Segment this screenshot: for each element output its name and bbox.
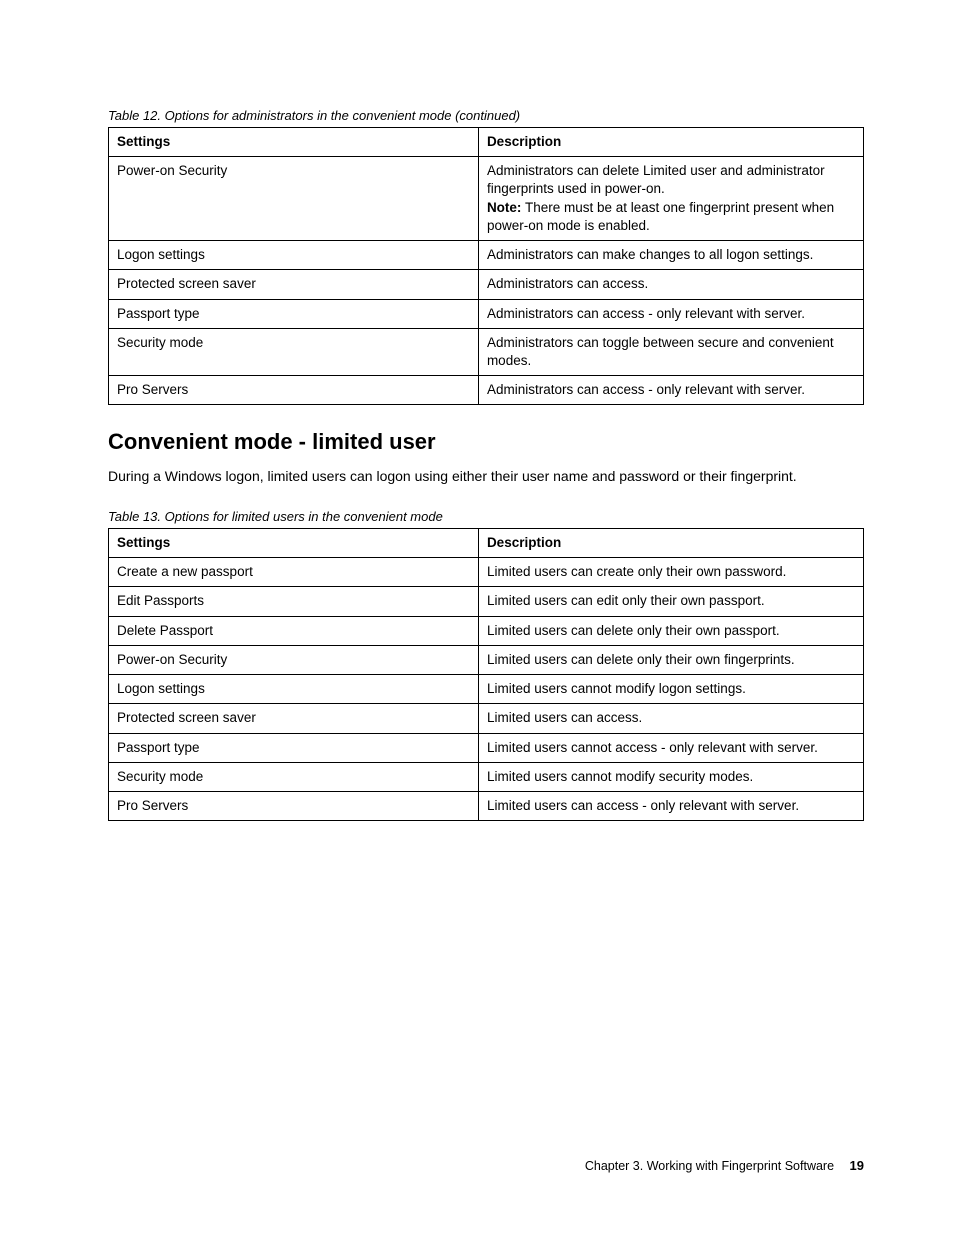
table-cell-setting: Pro Servers (109, 791, 479, 820)
table-cell-description: Administrators can access - only relevan… (478, 299, 863, 328)
table-cell-setting: Delete Passport (109, 616, 479, 645)
table-row: Pro Servers Administrators can access - … (109, 376, 864, 405)
table-cell-description: Limited users can edit only their own pa… (478, 587, 863, 616)
table-cell-setting: Power-on Security (109, 645, 479, 674)
table-row: Power-on Security Limited users can dele… (109, 645, 864, 674)
table-cell-description: Limited users can access - only relevant… (478, 791, 863, 820)
table-cell-description: Limited users can delete only their own … (478, 616, 863, 645)
table-cell-setting: Logon settings (109, 675, 479, 704)
desc-post: There must be at least one fingerprint p… (487, 200, 834, 233)
table12-header-settings: Settings (109, 128, 479, 157)
table-row: Delete Passport Limited users can delete… (109, 616, 864, 645)
desc-pre: Administrators can delete Limited user a… (487, 163, 825, 196)
table-row: Security mode Limited users cannot modif… (109, 762, 864, 791)
table-cell-setting: Create a new passport (109, 558, 479, 587)
table-row: Logon settings Limited users cannot modi… (109, 675, 864, 704)
footer-chapter: Chapter 3. Working with Fingerprint Soft… (585, 1159, 834, 1173)
table-cell-setting: Security mode (109, 762, 479, 791)
table-row: Create a new passport Limited users can … (109, 558, 864, 587)
table-row: Passport type Limited users cannot acces… (109, 733, 864, 762)
table12: Settings Description Power-on Security A… (108, 127, 864, 405)
table-cell-description: Limited users cannot access - only relev… (478, 733, 863, 762)
table-row: Protected screen saver Limited users can… (109, 704, 864, 733)
table13-caption: Table 13. Options for limited users in t… (108, 509, 864, 524)
table-cell-description: Administrators can access. (478, 270, 863, 299)
table-cell-setting: Logon settings (109, 241, 479, 270)
table-cell-description: Administrators can make changes to all l… (478, 241, 863, 270)
table-row: Power-on Security Administrators can del… (109, 157, 864, 241)
footer-page-number: 19 (850, 1158, 864, 1173)
table-cell-description: Limited users can access. (478, 704, 863, 733)
note-label: Note: (487, 200, 522, 215)
table-cell-description: Limited users can create only their own … (478, 558, 863, 587)
table12-header-description: Description (478, 128, 863, 157)
table13-header-settings: Settings (109, 529, 479, 558)
section-paragraph: During a Windows logon, limited users ca… (108, 467, 864, 487)
table-cell-description: Limited users cannot modify logon settin… (478, 675, 863, 704)
table-cell-setting: Edit Passports (109, 587, 479, 616)
table13: Settings Description Create a new passpo… (108, 528, 864, 821)
table-cell-description: Administrators can delete Limited user a… (478, 157, 863, 241)
table-row: Pro Servers Limited users can access - o… (109, 791, 864, 820)
table-cell-setting: Power-on Security (109, 157, 479, 241)
table-cell-setting: Security mode (109, 328, 479, 375)
table-cell-setting: Protected screen saver (109, 704, 479, 733)
table-row: Security mode Administrators can toggle … (109, 328, 864, 375)
table-row: Logon settings Administrators can make c… (109, 241, 864, 270)
table-cell-description: Limited users can delete only their own … (478, 645, 863, 674)
table-cell-description: Administrators can toggle between secure… (478, 328, 863, 375)
page-footer: Chapter 3. Working with Fingerprint Soft… (585, 1158, 864, 1173)
table-row: Passport type Administrators can access … (109, 299, 864, 328)
section-heading: Convenient mode - limited user (108, 429, 864, 455)
table-cell-setting: Passport type (109, 733, 479, 762)
table-cell-setting: Passport type (109, 299, 479, 328)
table-cell-description: Administrators can access - only relevan… (478, 376, 863, 405)
table-row: Protected screen saver Administrators ca… (109, 270, 864, 299)
table-row: Edit Passports Limited users can edit on… (109, 587, 864, 616)
table-cell-setting: Protected screen saver (109, 270, 479, 299)
table-cell-description: Limited users cannot modify security mod… (478, 762, 863, 791)
table13-header-description: Description (478, 529, 863, 558)
table12-caption: Table 12. Options for administrators in … (108, 108, 864, 123)
table-cell-setting: Pro Servers (109, 376, 479, 405)
